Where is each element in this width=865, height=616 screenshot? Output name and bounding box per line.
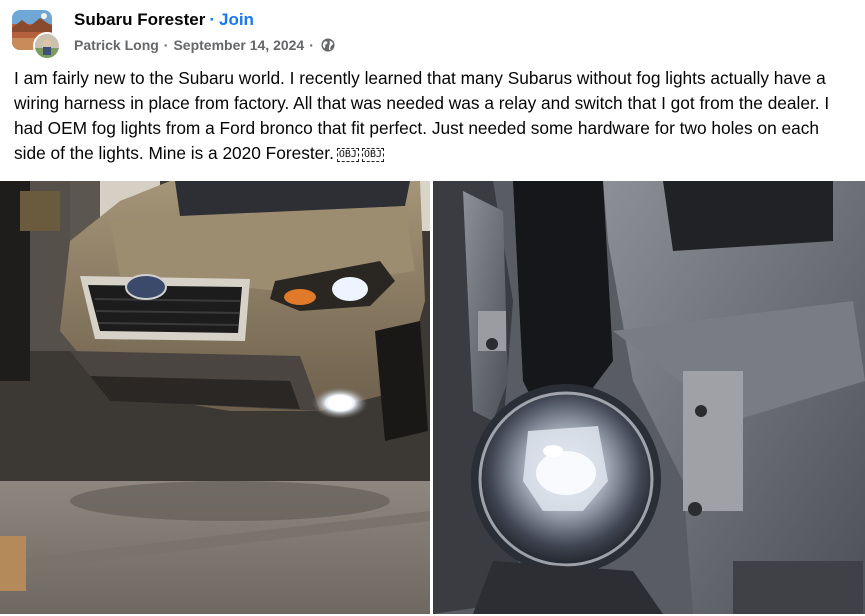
- post-card: Subaru Forester · Join Patrick Long · Sept…: [0, 0, 865, 616]
- obj-glyph-2: OBJ: [361, 148, 384, 162]
- author-name-link[interactable]: Patrick Long: [74, 37, 159, 53]
- post-date-link[interactable]: September 14, 2024: [173, 37, 304, 53]
- post-body-text: I am fairly new to the Subaru world. I r…: [14, 68, 830, 163]
- post-title-line: Subaru Forester · Join: [74, 10, 254, 30]
- post-body: I am fairly new to the Subaru world. I r…: [14, 66, 849, 166]
- photo-grid: [0, 181, 865, 616]
- title-separator: ·: [209, 10, 215, 29]
- group-name-link[interactable]: Subaru Forester: [74, 10, 205, 29]
- post-meta: Patrick Long · September 14, 2024 ·: [74, 37, 335, 53]
- post-header: Subaru Forester · Join Patrick Long · Sept…: [12, 8, 853, 60]
- avatar-stack[interactable]: [12, 10, 62, 60]
- meta-separator-2: ·: [309, 37, 314, 53]
- meta-separator: ·: [163, 37, 169, 53]
- globe-icon: [321, 38, 335, 52]
- join-button[interactable]: Join: [219, 10, 254, 29]
- avatar[interactable]: [33, 32, 61, 60]
- photo-subaru-front[interactable]: [0, 181, 430, 614]
- obj-glyph: OBJ: [336, 148, 359, 162]
- photo-fog-light-closeup[interactable]: [433, 181, 865, 614]
